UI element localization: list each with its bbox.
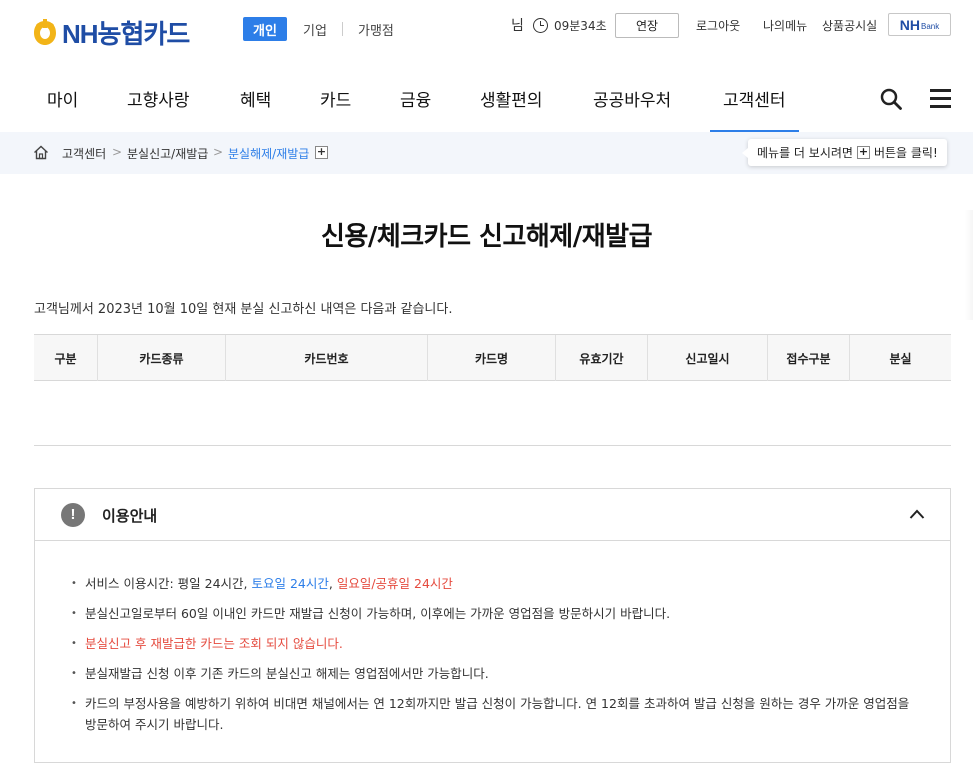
session-time-text: 09분34초 (554, 18, 607, 33)
col-report-date: 신고일시 (648, 335, 768, 381)
lost-report-summary: 고객님께서 2023년 10월 10일 현재 분실 신고하신 내역은 다음과 같… (34, 302, 453, 317)
plus-icon: + (856, 145, 870, 159)
list-item: 분실신고 후 재발급한 카드는 조회 되지 않습니다. (71, 633, 921, 654)
breadcrumb-current[interactable]: 분실해제/재발급 (228, 145, 309, 162)
breadcrumb-separator: > (112, 145, 123, 159)
table-bottom-border (34, 445, 951, 446)
usage-guide-title: 이용안내 (102, 507, 158, 525)
breadcrumb-lost-report[interactable]: 분실신고/재발급 (127, 145, 208, 162)
usage-guide-panel: ! 이용안내 서비스 이용시간: 평일 24시간, 토요일 24시간, 일요일/… (34, 488, 951, 763)
list-item: 분실재발급 신청 이후 기존 카드의 분실신고 해제는 영업점에서만 가능합니다… (71, 663, 921, 684)
search-icon[interactable] (880, 88, 902, 110)
col-lost: 분실 (889, 351, 912, 366)
nav-lifestyle[interactable]: 생활편의 (480, 86, 543, 111)
segment-corporate[interactable]: 기업 (303, 17, 327, 41)
session-timer: 09분34초 (533, 13, 607, 37)
nav-public-voucher[interactable]: 공공바우처 (593, 86, 671, 111)
warning-icon: ! (61, 503, 85, 527)
segment-merchant[interactable]: 가맹점 (358, 17, 394, 41)
service-hours-comma: , (328, 576, 337, 591)
clock-icon (533, 17, 548, 33)
chevron-up-icon[interactable] (909, 509, 925, 519)
nav-my[interactable]: 마이 (47, 86, 78, 111)
nh-bank-link[interactable]: NH Bank (888, 13, 951, 36)
col-category: 구분 (34, 335, 98, 381)
tooltip-text-after: 버튼을 클릭! (873, 146, 938, 160)
breadcrumb-separator: > (213, 145, 224, 159)
segment-personal[interactable]: 개인 (243, 17, 287, 41)
nh-card-logo[interactable]: NH농협카드 (32, 14, 190, 51)
my-menu-link[interactable]: 나의메뉴 (763, 13, 807, 37)
user-name-suffix: 님 (511, 18, 524, 34)
top-utility-bar: NH농협카드 개인 기업 가맹점 님 09분34초 연장 로그아웃 나의메뉴 상… (0, 0, 973, 58)
logout-link[interactable]: 로그아웃 (696, 13, 740, 37)
saturday-hours: 토요일 24시간 (251, 576, 329, 591)
segment-divider (342, 22, 343, 36)
usage-guide-header[interactable]: ! 이용안내 (35, 489, 950, 541)
list-item: 서비스 이용시간: 평일 24시간, 토요일 24시간, 일요일/공휴일 24시… (71, 573, 921, 594)
session-extend-button[interactable]: 연장 (615, 13, 679, 38)
product-notice-link[interactable]: 상품공시실 (822, 13, 877, 37)
menu-tooltip: 메뉴를 더 보시려면 + 버튼을 클릭! (742, 139, 947, 166)
holiday-hours: 일요일/공휴일 24시간 (336, 576, 453, 591)
nh-logo-icon (34, 18, 56, 45)
col-receipt-type: 접수구분 (768, 335, 850, 381)
page-title: 신용/체크카드 신고해제/재발급 (320, 222, 653, 252)
hamburger-menu-icon[interactable] (930, 89, 951, 108)
nav-card[interactable]: 카드 (320, 86, 351, 111)
col-expiry: 유효기간 (556, 335, 648, 381)
nav-hometown[interactable]: 고향사랑 (127, 86, 190, 111)
nav-finance[interactable]: 금융 (400, 86, 431, 111)
service-hours-prefix: 서비스 이용시간: 평일 24시간, (85, 576, 252, 591)
nav-benefits[interactable]: 혜택 (240, 86, 271, 111)
nh-bank-main: NH (899, 16, 920, 33)
nh-bank-sub: Bank (921, 21, 940, 31)
logo-text: NH농협카드 (62, 19, 190, 49)
nav-customer-center[interactable]: 고객센터 (710, 86, 799, 132)
lost-report-table: 구분 카드종류 카드번호 카드명 유효기간 신고일시 접수구분 분실 (34, 334, 951, 446)
col-card-type: 카드종류 (98, 335, 226, 381)
col-card-number: 카드번호 (226, 335, 428, 381)
tooltip-text-before: 메뉴를 더 보시려면 (757, 146, 853, 160)
table-header: 구분 카드종류 카드번호 카드명 유효기간 신고일시 접수구분 분실 (34, 334, 951, 381)
main-navigation: 마이 고향사랑 혜택 카드 금융 생활편의 공공바우처 고객센터 (0, 66, 973, 132)
col-card-name: 카드명 (428, 335, 556, 381)
list-item: 분실신고일로부터 60일 이내인 카드만 재발급 신청이 가능하며, 이후에는 … (71, 603, 921, 624)
list-item: 카드의 부정사용을 예방하기 위하여 비대면 채널에서는 연 12회까지만 발급… (71, 693, 921, 735)
breadcrumb-customer-center[interactable]: 고객센터 (62, 145, 106, 162)
side-shadow (965, 210, 973, 320)
home-icon[interactable] (33, 145, 49, 160)
usage-guide-list: 서비스 이용시간: 평일 24시간, 토요일 24시간, 일요일/공휴일 24시… (71, 573, 921, 744)
breadcrumb-expand-plus-icon[interactable]: + (315, 146, 328, 159)
